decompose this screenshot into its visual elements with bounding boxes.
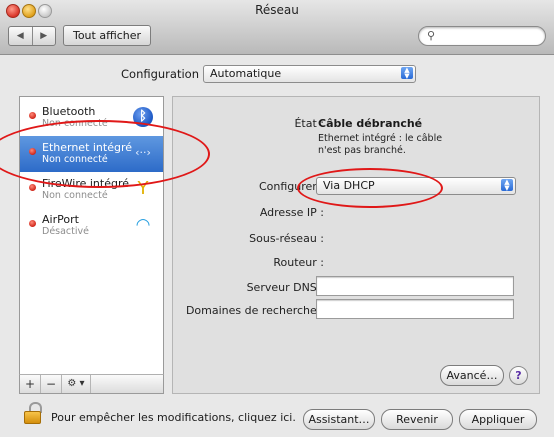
service-name: Bluetooth — [42, 105, 96, 118]
configuration-value: Automatique — [210, 67, 282, 80]
firewire-icon: Y — [137, 178, 149, 199]
title-bar: Réseau ◀ ▶ Tout afficher ⚲ — [0, 0, 554, 55]
configure-popup[interactable]: Via DHCP ▲ ▼ — [316, 177, 516, 195]
lock-icon[interactable] — [24, 402, 42, 424]
status-dot-icon — [29, 184, 36, 191]
window-title: Réseau — [255, 3, 299, 17]
advanced-button[interactable]: Avancé… — [440, 365, 504, 386]
service-name: Ethernet intégré — [42, 141, 133, 154]
show-all-button[interactable]: Tout afficher — [63, 25, 151, 46]
apply-button[interactable]: Appliquer — [459, 409, 537, 430]
search-field[interactable]: ⚲ — [418, 26, 546, 46]
configure-label: Configurer : — [258, 180, 324, 193]
popup-arrows-icon: ▲ ▼ — [501, 179, 513, 192]
network-services-list: Bluetooth Non connecté ᛒ Ethernet intégr… — [19, 96, 164, 394]
ip-address-label: Adresse IP : — [259, 206, 324, 219]
service-item-bluetooth[interactable]: Bluetooth Non connecté ᛒ — [20, 100, 163, 136]
search-domains-field[interactable] — [316, 299, 514, 319]
dns-server-field[interactable] — [316, 276, 514, 296]
service-item-ethernet[interactable]: Ethernet intégré Non connecté ‹··› — [20, 136, 163, 172]
network-preferences-window: Réseau ◀ ▶ Tout afficher ⚲ Configuration… — [0, 0, 554, 437]
revert-button[interactable]: Revenir — [381, 409, 453, 430]
search-icon: ⚲ — [427, 29, 436, 42]
subnet-label: Sous-réseau : — [249, 232, 324, 245]
router-label: Routeur : — [273, 256, 324, 269]
state-value: Câble débranché — [318, 117, 423, 130]
service-name: AirPort — [42, 213, 79, 226]
service-status: Non connecté — [42, 190, 108, 201]
service-item-firewire[interactable]: FireWire intégré Non connecté Y — [20, 172, 163, 208]
help-button[interactable]: ? — [509, 366, 528, 385]
bluetooth-icon: ᛒ — [133, 107, 153, 127]
dns-server-label: Serveur DNS : — [246, 281, 324, 294]
forward-button[interactable]: ▶ — [31, 27, 56, 45]
configuration-label: Configuration : — [121, 67, 207, 81]
state-description: Ethernet intégré : le câble n'est pas br… — [318, 133, 443, 156]
status-dot-icon — [29, 148, 36, 155]
status-dot-icon — [29, 220, 36, 227]
configuration-popup[interactable]: Automatique ▲ ▼ — [203, 65, 416, 83]
service-status: Désactivé — [42, 226, 89, 237]
search-domains-label: Domaines de recherche : — [185, 304, 324, 317]
sidebar-toolbar: + − ⚙ ▾ — [19, 374, 164, 394]
popup-arrows-icon: ▲ ▼ — [401, 67, 413, 80]
lock-hint-text: Pour empêcher les modifications, cliquez… — [51, 411, 296, 424]
status-dot-icon — [29, 112, 36, 119]
back-forward-group: ◀ ▶ — [8, 26, 56, 46]
remove-service-button[interactable]: − — [41, 375, 62, 393]
airport-wifi-icon: ◠ — [135, 215, 151, 235]
assistant-button[interactable]: Assistant… — [303, 409, 375, 430]
service-status: Non connecté — [42, 118, 108, 129]
service-status: Non connecté — [42, 154, 108, 165]
back-button[interactable]: ◀ — [9, 27, 32, 45]
configure-value: Via DHCP — [323, 179, 375, 192]
gear-menu-button[interactable]: ⚙ ▾ — [62, 375, 91, 393]
service-name: FireWire intégré — [42, 177, 130, 190]
add-service-button[interactable]: + — [20, 375, 41, 393]
service-item-airport[interactable]: AirPort Désactivé ◠ — [20, 208, 163, 244]
ethernet-icon: ‹··› — [135, 146, 151, 159]
